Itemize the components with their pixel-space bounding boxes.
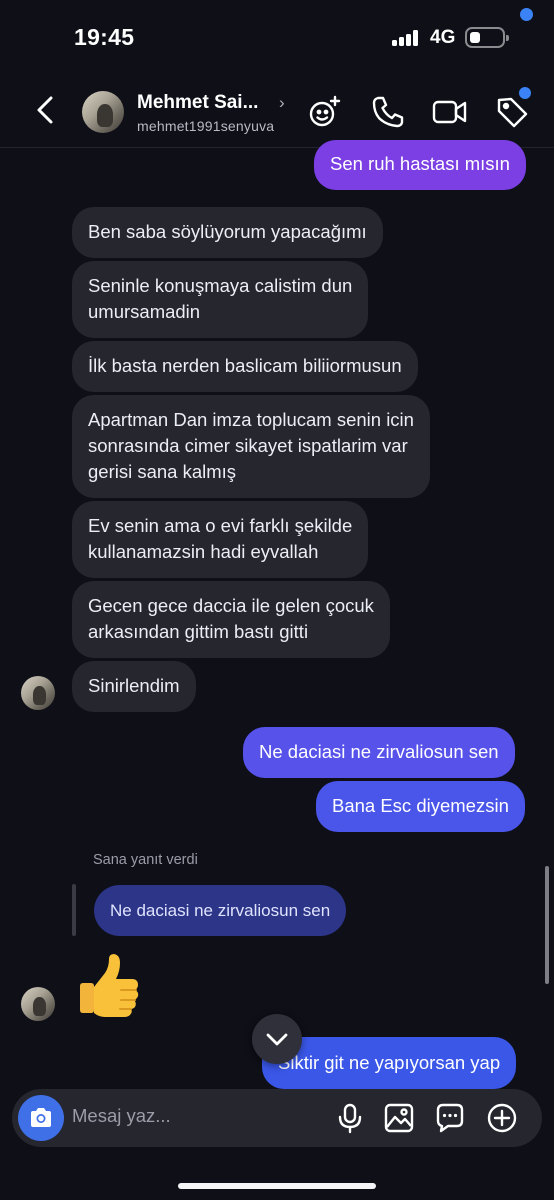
tag-icon[interactable] bbox=[494, 94, 530, 130]
status-time: 19:45 bbox=[74, 24, 135, 50]
message-input[interactable]: Mesaj yaz... bbox=[72, 1105, 171, 1127]
quoted-message[interactable]: Ne daciasi ne zirvaliosun sen bbox=[94, 885, 347, 936]
status-bar: 19:45 4G bbox=[0, 0, 554, 80]
sent-message[interactable]: Ne daciasi ne zirvaliosun sen bbox=[243, 727, 515, 778]
received-message[interactable]: Seninle konuşmaya calistim dun umursamad… bbox=[72, 261, 369, 338]
reply-indicator bbox=[72, 884, 76, 936]
reply-context-label: Sana yanıt verdi bbox=[93, 852, 198, 868]
scroll-to-bottom-button[interactable] bbox=[252, 1014, 302, 1064]
received-message[interactable]: Gecen gece daccia ile gelen çocuk arkası… bbox=[72, 581, 390, 658]
sent-message[interactable]: Sen ruh hastası mısın bbox=[314, 140, 526, 190]
phone-icon[interactable] bbox=[370, 94, 406, 130]
notification-dot bbox=[520, 8, 533, 21]
thumbs-up-emoji[interactable] bbox=[72, 950, 144, 1022]
received-message[interactable]: İlk basta nerden baslicam biliiormusun bbox=[72, 341, 418, 392]
sent-message[interactable]: Bana Esc diyemezsin bbox=[316, 781, 525, 832]
received-message[interactable]: Apartman Dan imza toplucam senin icin so… bbox=[72, 395, 430, 498]
home-indicator[interactable] bbox=[178, 1183, 376, 1189]
contact-name[interactable]: Mehmet Sai... bbox=[137, 92, 258, 114]
network-type: 4G bbox=[430, 27, 456, 48]
back-button[interactable] bbox=[30, 94, 62, 126]
plus-icon[interactable] bbox=[486, 1102, 518, 1134]
received-message[interactable]: Sinirlendim bbox=[72, 661, 196, 712]
signal-icon bbox=[392, 30, 420, 46]
contact-username: mehmet1991senyuva bbox=[137, 118, 275, 134]
contact-avatar-small[interactable] bbox=[21, 676, 55, 710]
received-message[interactable]: Ben saba söylüyorum yapacağımı bbox=[72, 207, 383, 258]
video-camera-icon[interactable] bbox=[431, 94, 467, 130]
notification-dot bbox=[519, 87, 531, 99]
camera-icon bbox=[31, 1108, 51, 1127]
chevron-right-icon: › bbox=[279, 93, 285, 112]
scrollbar[interactable] bbox=[545, 866, 549, 984]
message-composer: Mesaj yaz... bbox=[12, 1089, 542, 1147]
microphone-icon[interactable] bbox=[334, 1102, 366, 1134]
battery-icon bbox=[465, 27, 509, 48]
effects-icon[interactable] bbox=[307, 94, 343, 130]
gallery-icon[interactable] bbox=[383, 1102, 415, 1134]
contact-avatar-small[interactable] bbox=[21, 987, 55, 1021]
received-message[interactable]: Ev senin ama o evi farklı şekilde kullan… bbox=[72, 501, 369, 578]
chevron-left-icon bbox=[37, 96, 53, 124]
chevron-down-icon bbox=[266, 1033, 288, 1046]
chat-header: Mehmet Sai... › mehmet1991senyuva bbox=[0, 80, 554, 148]
camera-button[interactable] bbox=[18, 1095, 64, 1141]
contact-avatar[interactable] bbox=[82, 91, 124, 133]
sticker-icon[interactable] bbox=[434, 1102, 466, 1134]
